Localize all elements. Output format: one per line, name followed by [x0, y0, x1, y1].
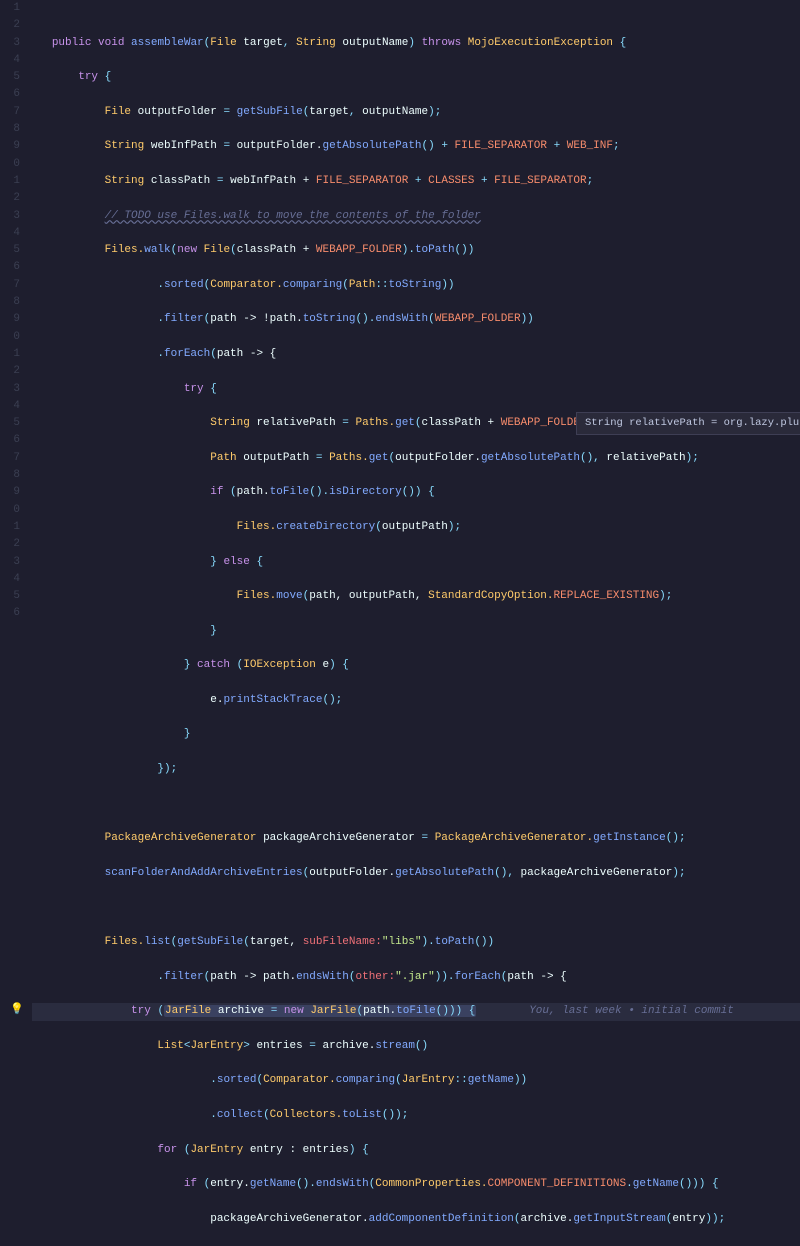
- line-number: 3: [0, 554, 20, 571]
- line-number: 3: [0, 208, 20, 225]
- line-number: 6: [0, 605, 20, 622]
- line-number: 8: [0, 294, 20, 311]
- line-number: 6: [0, 259, 20, 276]
- line-number: 3: [0, 35, 20, 52]
- line-number: 1: [0, 519, 20, 536]
- line-number: 9: [0, 484, 20, 501]
- code-line: e.printStackTrace();: [32, 692, 800, 709]
- code-line: .forEach(path -> {: [32, 346, 800, 363]
- code-area[interactable]: public void assembleWar(File target, Str…: [28, 0, 800, 623]
- lightbulb-icon[interactable]: 💡: [10, 1003, 24, 1017]
- line-number: 9: [0, 311, 20, 328]
- code-line: .collect(Collectors.toList());: [32, 1107, 800, 1124]
- code-line: if (entry.getName().endsWith(CommonPrope…: [32, 1176, 800, 1193]
- code-line: } catch (IOException e) {: [32, 657, 800, 674]
- line-number: 4: [0, 52, 20, 69]
- line-number: 4: [0, 571, 20, 588]
- line-number: 5: [0, 69, 20, 86]
- code-line: }: [32, 1245, 800, 1246]
- line-number: 2: [0, 190, 20, 207]
- line-number: 3: [0, 381, 20, 398]
- line-number: 9: [0, 138, 20, 155]
- code-line: }: [32, 726, 800, 743]
- code-line: Files.walk(new File(classPath + WEBAPP_F…: [32, 242, 800, 259]
- code-line: scanFolderAndAddArchiveEntries(outputFol…: [32, 865, 800, 882]
- hover-tooltip: String relativePath = org.lazy.plugin.Pa…: [576, 412, 800, 435]
- line-number: 8: [0, 121, 20, 138]
- line-number: 7: [0, 277, 20, 294]
- line-number: 0: [0, 329, 20, 346]
- code-line: Files.list(getSubFile(target, subFileNam…: [32, 934, 800, 951]
- code-line: // TODO use Files.walk to move the conte…: [32, 208, 800, 225]
- line-number: 2: [0, 536, 20, 553]
- code-line: String webInfPath = outputFolder.getAbso…: [32, 138, 800, 155]
- code-line: } else {: [32, 554, 800, 571]
- current-line: 💡 try (JarFile archive = new JarFile(pat…: [32, 1003, 800, 1020]
- line-number: 6: [0, 86, 20, 103]
- code-line: for (JarEntry entry : entries) {: [32, 1142, 800, 1159]
- code-line: Files.createDirectory(outputPath);: [32, 519, 800, 536]
- code-line: [32, 899, 800, 916]
- code-line: Files.move(path, outputPath, StandardCop…: [32, 588, 800, 605]
- line-number: 7: [0, 450, 20, 467]
- code-line: try {: [32, 381, 800, 398]
- code-editor[interactable]: 123456789012345678901234567890123456 pub…: [0, 0, 800, 623]
- line-number: 5: [0, 415, 20, 432]
- line-number-gutter: 123456789012345678901234567890123456: [0, 0, 28, 623]
- code-line: PackageArchiveGenerator packageArchiveGe…: [32, 830, 800, 847]
- line-number: 6: [0, 432, 20, 449]
- line-number: 2: [0, 363, 20, 380]
- line-number: 4: [0, 398, 20, 415]
- code-line: List<JarEntry> entries = archive.stream(…: [32, 1038, 800, 1055]
- code-line: public void assembleWar(File target, Str…: [32, 35, 800, 52]
- line-number: 1: [0, 346, 20, 363]
- code-line: .sorted(Comparator.comparing(Path::toStr…: [32, 277, 800, 294]
- code-line: String relativePath = Paths.get(classPat…: [32, 415, 800, 432]
- line-number: 7: [0, 104, 20, 121]
- line-number: 2: [0, 17, 20, 34]
- code-line: Path outputPath = Paths.get(outputFolder…: [32, 450, 800, 467]
- code-line: File outputFolder = getSubFile(target, o…: [32, 104, 800, 121]
- line-number: 0: [0, 156, 20, 173]
- code-line: .sorted(Comparator.comparing(JarEntry::g…: [32, 1072, 800, 1089]
- line-number: 1: [0, 173, 20, 190]
- line-number: 4: [0, 225, 20, 242]
- code-line: packageArchiveGenerator.addComponentDefi…: [32, 1211, 800, 1228]
- line-number: 8: [0, 467, 20, 484]
- code-line: .filter(path -> !path.toString().endsWit…: [32, 311, 800, 328]
- code-line: if (path.toFile().isDirectory()) {: [32, 484, 800, 501]
- line-number: 5: [0, 588, 20, 605]
- code-line: }: [32, 623, 800, 640]
- code-line: .filter(path -> path.endsWith(other:".ja…: [32, 969, 800, 986]
- line-number: 5: [0, 242, 20, 259]
- code-line: [32, 796, 800, 813]
- line-number: 1: [0, 0, 20, 17]
- code-line: try {: [32, 69, 800, 86]
- line-number: 0: [0, 502, 20, 519]
- code-line: });: [32, 761, 800, 778]
- code-line: String classPath = webInfPath + FILE_SEP…: [32, 173, 800, 190]
- code-lens-hint[interactable]: You, last week • initial commit: [529, 1005, 734, 1017]
